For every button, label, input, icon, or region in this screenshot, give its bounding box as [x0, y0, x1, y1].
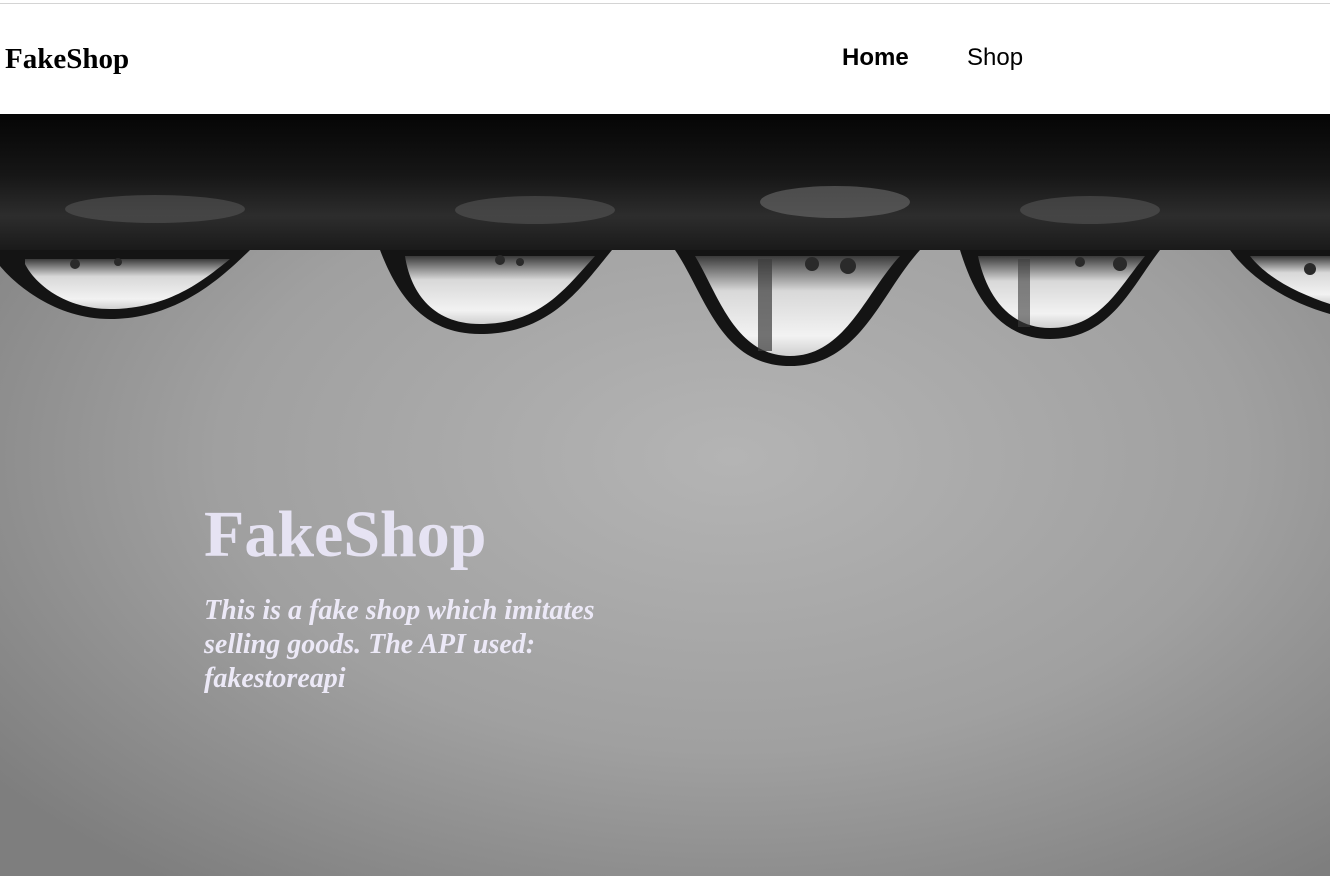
- nav-home-link[interactable]: Home: [842, 42, 909, 74]
- nav-shop-link[interactable]: Shop: [967, 42, 1023, 74]
- hero-background-image: [0, 114, 1330, 876]
- hero-title: FakeShop: [204, 498, 487, 571]
- hero-subtitle: This is a fake shop which imitates selli…: [204, 595, 595, 694]
- hero-banner: FakeShop This is a fake shop which imita…: [0, 114, 1330, 876]
- brand-logo[interactable]: FakeShop: [5, 41, 129, 77]
- navbar: FakeShop Home Shop: [0, 4, 1330, 114]
- page: FakeShop Home Shop FakeShop This is a fa…: [0, 0, 1330, 876]
